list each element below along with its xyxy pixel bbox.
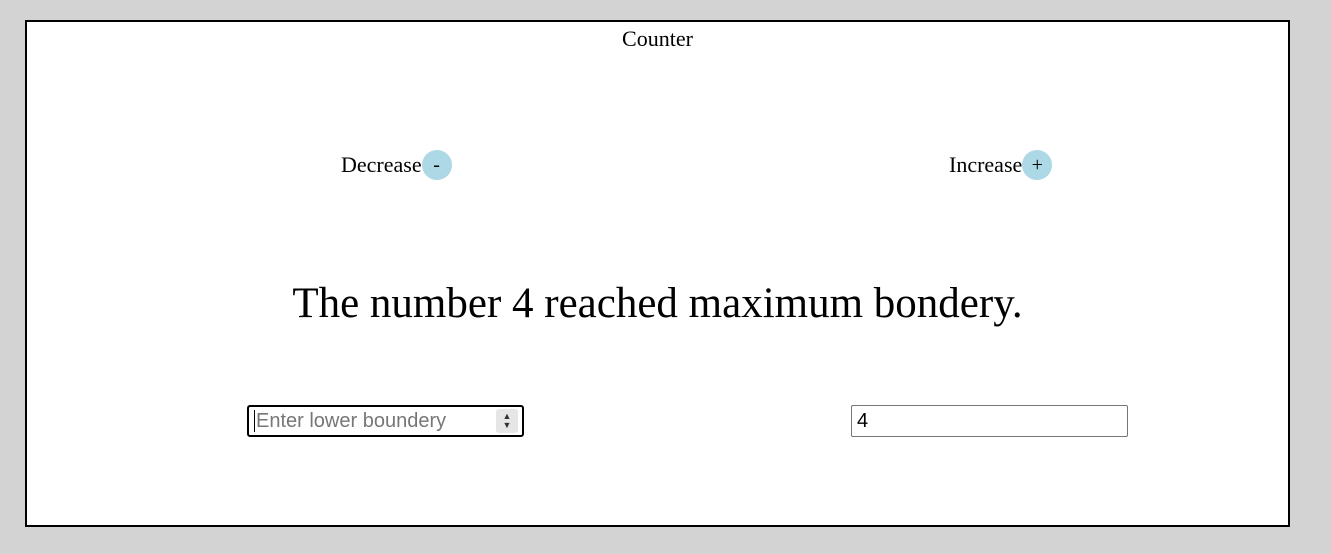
upper-boundary-input[interactable]: 4 xyxy=(851,405,1128,437)
decrease-control: Decrease - xyxy=(341,150,452,180)
counter-panel: Counter Decrease - Increase + The number… xyxy=(25,20,1290,527)
decrease-label: Decrease xyxy=(341,152,422,177)
increase-button[interactable]: + xyxy=(1022,150,1053,180)
status-message: The number 4 reached maximum bondery. xyxy=(292,280,1023,327)
lower-boundary-input[interactable]: Enter lower boundery ▲ ▼ xyxy=(247,405,524,437)
spinner-down-icon[interactable]: ▼ xyxy=(503,421,512,430)
increase-label: Increase xyxy=(949,152,1023,177)
page-title: Counter xyxy=(622,26,693,51)
number-spinner[interactable]: ▲ ▼ xyxy=(496,409,518,433)
upper-boundary-value: 4 xyxy=(857,409,869,432)
decrease-button[interactable]: - xyxy=(421,150,452,180)
lower-boundary-placeholder: Enter lower boundery xyxy=(254,410,496,432)
increase-control: Increase + xyxy=(949,150,1053,180)
